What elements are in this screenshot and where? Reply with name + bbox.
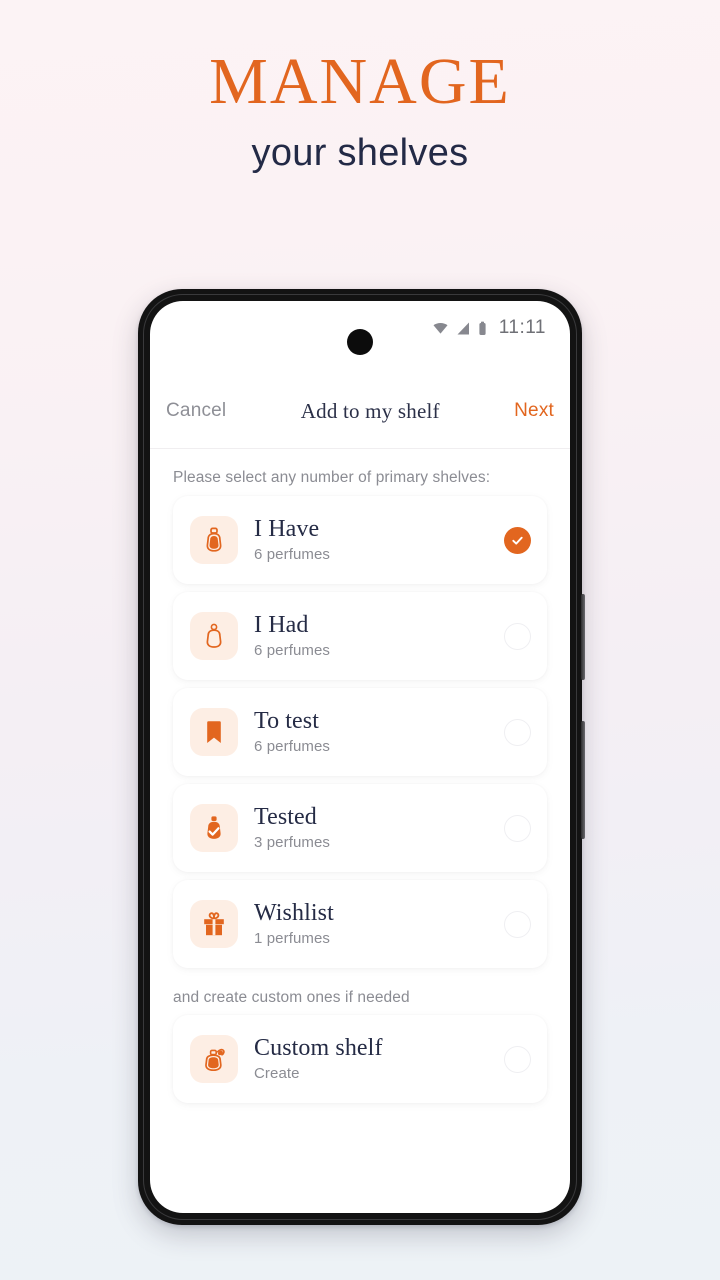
shelf-card-text: Custom shelf Create	[254, 1034, 504, 1084]
shelf-title: I Have	[254, 516, 320, 542]
shelf-radio-unselected[interactable]	[504, 910, 531, 938]
shelf-card-text: I Have 6 perfumes	[254, 515, 504, 565]
shelf-radio-unselected[interactable]	[504, 814, 531, 842]
shelf-card[interactable]: I Had 6 perfumes	[173, 592, 547, 680]
shelf-title: To test	[254, 708, 320, 734]
shelf-subtitle: 1 perfumes	[254, 930, 331, 947]
shelf-card[interactable]: Tested 3 perfumes	[173, 784, 547, 872]
shelf-subtitle: 6 perfumes	[254, 546, 331, 563]
shelf-radio-unselected[interactable]	[504, 1045, 531, 1073]
shelf-card-text: To test 6 perfumes	[254, 707, 504, 757]
shelf-card-text: I Had 6 perfumes	[254, 611, 504, 661]
phone-screen: 11:11 Cancel Add to my shelf Next Please…	[150, 301, 570, 1213]
perfume-atomizer-icon	[190, 1035, 238, 1083]
navigation-bar: Cancel Add to my shelf Next	[150, 374, 570, 449]
promo-subtitle: your shelves	[251, 132, 469, 174]
shelf-radio-unselected[interactable]	[504, 718, 531, 746]
promo-banner: MANAGE your shelves	[0, 44, 720, 178]
page-title: Add to my shelf	[300, 398, 440, 423]
perfume-bottle-check-icon	[190, 804, 238, 852]
volume-button[interactable]	[581, 594, 585, 680]
shelf-subtitle: 3 perfumes	[254, 834, 331, 851]
gift-icon	[190, 900, 238, 948]
primary-shelf-list: I Have 6 perfumes I Had 6 perfumes To test 6 …	[150, 496, 570, 968]
custom-shelves-label: and create custom ones if needed	[173, 989, 410, 1006]
cellular-signal-icon	[457, 322, 469, 334]
shelf-card-text: Tested 3 perfumes	[254, 803, 504, 853]
battery-icon	[479, 321, 486, 335]
primary-shelves-label: Please select any number of primary shel…	[173, 469, 491, 486]
shelf-title: Custom shelf	[254, 1035, 383, 1061]
check-icon	[512, 536, 523, 545]
front-camera-punchhole	[347, 329, 373, 355]
power-button[interactable]	[581, 721, 585, 839]
shelf-title: Wishlist	[254, 900, 334, 926]
promo-title: MANAGE	[209, 45, 511, 118]
shelf-title: Tested	[254, 804, 317, 830]
cancel-button[interactable]: Cancel	[166, 400, 226, 422]
shelf-title: I Had	[254, 612, 309, 638]
shelf-card[interactable]: To test 6 perfumes	[173, 688, 547, 776]
bookmark-icon	[190, 708, 238, 756]
shelf-radio-selected[interactable]	[504, 526, 531, 554]
shelf-subtitle: 6 perfumes	[254, 642, 331, 659]
perfume-bottle-outline-icon	[190, 612, 238, 660]
shelf-card[interactable]: Custom shelf Create	[173, 1015, 547, 1103]
perfume-bottle-filled-icon	[190, 516, 238, 564]
shelf-radio-unselected[interactable]	[504, 622, 531, 650]
shelf-subtitle: Create	[254, 1065, 300, 1082]
shelf-card[interactable]: Wishlist 1 perfumes	[173, 880, 547, 968]
wifi-icon	[433, 322, 448, 334]
phone-mockup: 11:11 Cancel Add to my shelf Next Please…	[138, 289, 585, 1225]
shelf-card[interactable]: I Have 6 perfumes	[173, 496, 547, 584]
status-time: 11:11	[498, 317, 546, 338]
custom-shelf-list: Custom shelf Create	[150, 1015, 570, 1103]
shelf-selection-content: Please select any number of primary shel…	[150, 450, 570, 1213]
shelf-subtitle: 6 perfumes	[254, 738, 331, 755]
next-button[interactable]: Next	[514, 400, 554, 422]
shelf-card-text: Wishlist 1 perfumes	[254, 899, 504, 949]
